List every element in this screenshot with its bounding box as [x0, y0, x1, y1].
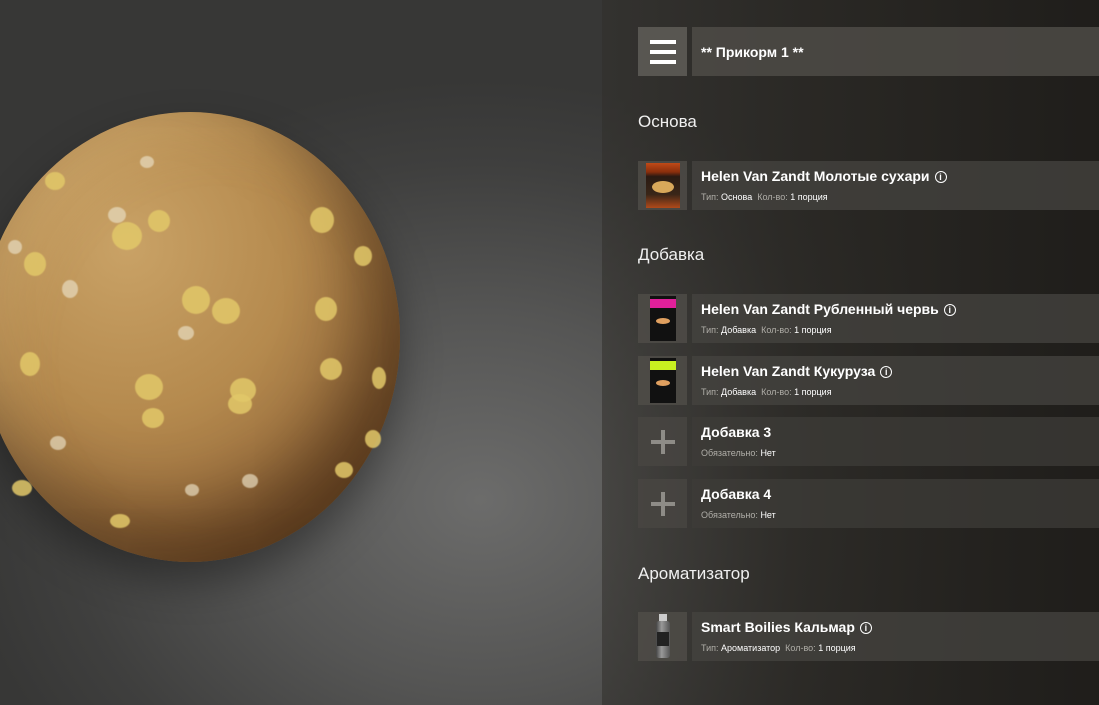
recipe-title: ** Прикорм 1 ** — [701, 43, 804, 60]
ingredient-row-base-1[interactable]: Helen Van Zandt Молотые сухари i Тип: Осн… — [638, 161, 1099, 210]
slot-meta: Обязательно: Нет — [701, 510, 776, 520]
bait-recipe-panel: ** Прикорм 1 ** Основа Helen Van Zandt М… — [602, 0, 1099, 705]
ingredient-name: Helen Van Zandt Кукуруза — [701, 363, 876, 379]
ingredient-name: Helen Van Zandt Рубленный червь — [701, 301, 939, 317]
bait-ball-model[interactable] — [0, 112, 400, 562]
section-title-flavor: Ароматизатор — [638, 564, 750, 583]
flavor-bottle-icon — [655, 614, 671, 659]
ingredient-row-additive-1[interactable]: Helen Van Zandt Рубленный червь i Тип: До… — [638, 294, 1099, 343]
corn-package-icon — [649, 358, 676, 403]
bait-preview-scene[interactable] — [0, 0, 600, 705]
ingredient-row-additive-2[interactable]: Helen Van Zandt Кукуруза i Тип: Добавка К… — [638, 356, 1099, 405]
ingredient-meta: Тип: Добавка Кол-во: 1 порция — [701, 387, 832, 397]
empty-slot-additive-4[interactable]: Добавка 4 Обязательно: Нет — [638, 479, 1099, 528]
hamburger-icon — [649, 39, 676, 44]
plus-icon — [650, 429, 675, 454]
section-title-base: Основа — [638, 112, 697, 131]
info-icon[interactable]: i — [934, 171, 947, 183]
slot-meta: Обязательно: Нет — [701, 448, 776, 458]
ingredient-thumb — [638, 161, 687, 210]
ingredient-thumb — [638, 612, 687, 661]
menu-button[interactable] — [638, 27, 687, 76]
slot-name: Добавка 4 — [701, 486, 772, 502]
ingredient-name: Helen Van Zandt Молотые сухари — [701, 168, 930, 184]
ingredient-meta: Тип: Основа Кол-во: 1 порция — [701, 192, 828, 202]
ingredient-thumb — [638, 294, 687, 343]
ingredient-thumb — [638, 356, 687, 405]
breadcrumbs-package-icon — [645, 163, 680, 208]
ingredient-name: Smart Boilies Кальмар — [701, 619, 855, 635]
plus-icon — [650, 491, 675, 516]
chopped-worm-package-icon — [649, 296, 676, 341]
ingredient-meta: Тип: Добавка Кол-во: 1 порция — [701, 325, 832, 335]
slot-name: Добавка 3 — [701, 424, 772, 440]
ingredient-row-flavor-1[interactable]: Smart Boilies Кальмар i Тип: Ароматизатор… — [638, 612, 1099, 661]
info-icon[interactable]: i — [880, 366, 893, 378]
section-title-additive: Добавка — [638, 245, 705, 264]
recipe-title-bar[interactable]: ** Прикорм 1 ** — [692, 27, 1099, 76]
empty-slot-additive-3[interactable]: Добавка 3 Обязательно: Нет — [638, 417, 1099, 466]
ingredient-meta: Тип: Ароматизатор Кол-во: 1 порция — [701, 643, 856, 653]
info-icon[interactable]: i — [859, 622, 872, 634]
info-icon[interactable]: i — [943, 304, 956, 316]
